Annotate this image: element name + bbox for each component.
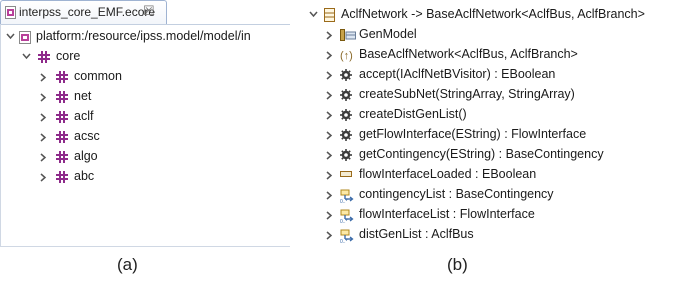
package-icon	[56, 171, 68, 183]
reference-list-icon: 0..*	[340, 189, 354, 205]
reference-list-icon: 0..*	[340, 229, 354, 245]
operation-icon	[340, 69, 352, 81]
tree-item-label: getContingency(EString) : BaseContingenc…	[359, 147, 604, 161]
reference-list-icon: 0..*	[340, 209, 354, 225]
tree-item-label: GenModel	[359, 27, 417, 41]
tree-item-attribute[interactable]: flowInterfaceLoaded : EBoolean	[326, 165, 676, 185]
chevron-down-icon[interactable]	[6, 33, 15, 40]
tree-item-reference[interactable]: 0..* contingencyList : BaseContingency	[326, 185, 676, 205]
tree-item-common[interactable]: common	[0, 67, 290, 87]
package-icon	[56, 111, 68, 123]
package-icon	[56, 71, 68, 83]
chevron-right-icon[interactable]	[326, 71, 333, 80]
chevron-down-icon[interactable]	[309, 11, 318, 18]
tree-item-genmodel[interactable]: GenModel	[326, 25, 676, 45]
tab-label: interpss_core_EMF.ecore	[19, 5, 156, 19]
tree-item-resource[interactable]: platform:/resource/ipss.model/model/in	[0, 27, 295, 47]
operation-icon	[340, 89, 352, 101]
package-icon	[56, 91, 68, 103]
caption-b: (b)	[447, 255, 468, 274]
chevron-right-icon[interactable]	[326, 131, 333, 140]
tree-item-label: abc	[74, 169, 95, 183]
chevron-right-icon[interactable]	[40, 133, 47, 142]
tree-item-class[interactable]: AclfNetwork -> BaseAclfNetwork<AclfBus, …	[309, 5, 679, 25]
chevron-right-icon[interactable]	[326, 231, 333, 240]
package-icon	[56, 151, 68, 163]
chevron-right-icon[interactable]	[326, 211, 333, 220]
tree-item-net[interactable]: net	[0, 87, 290, 107]
tree-item-label: distGenList : AclfBus	[359, 227, 474, 241]
eclass-icon	[324, 8, 335, 22]
chevron-down-icon[interactable]	[22, 53, 31, 60]
operation-icon	[340, 149, 352, 161]
attribute-icon	[340, 169, 352, 179]
tree-item-operation[interactable]: createDistGenList()	[326, 105, 676, 125]
svg-text:0..*: 0..*	[340, 239, 348, 245]
tab-underline	[0, 24, 290, 25]
editor-border	[0, 246, 290, 247]
tree-item-operation[interactable]: createSubNet(StringArray, StringArray)	[326, 85, 676, 105]
tree-item-label: createDistGenList()	[359, 107, 467, 121]
ecore-file-icon	[5, 6, 16, 19]
tree-item-label: AclfNetwork -> BaseAclfNetwork<AclfBus, …	[341, 7, 645, 21]
chevron-right-icon[interactable]	[40, 93, 47, 102]
operation-icon	[340, 129, 352, 141]
chevron-right-icon[interactable]	[326, 151, 333, 160]
tree-item-label: createSubNet(StringArray, StringArray)	[359, 87, 575, 101]
svg-text:(↑): (↑)	[340, 50, 353, 62]
tree-item-reference[interactable]: 0..* distGenList : AclfBus	[326, 225, 676, 245]
ecore-editor-panel: interpss_core_EMF.ecore ☒ platform:/reso…	[0, 0, 295, 247]
tree-item-label: common	[74, 69, 122, 83]
tree-item-label: contingencyList : BaseContingency	[359, 187, 554, 201]
chevron-right-icon[interactable]	[326, 171, 333, 180]
chevron-right-icon[interactable]	[40, 153, 47, 162]
tree-item-reference[interactable]: 0..* flowInterfaceList : FlowInterface	[326, 205, 676, 225]
caption-a: (a)	[117, 255, 138, 274]
tree-item-core[interactable]: core	[0, 47, 295, 67]
tree-item-label: BaseAclfNetwork<AclfBus, AclfBranch>	[359, 47, 578, 61]
chevron-right-icon[interactable]	[326, 51, 333, 60]
tree-item-supertype[interactable]: (↑) BaseAclfNetwork<AclfBus, AclfBranch>	[326, 45, 676, 65]
tree-item-label: core	[56, 49, 81, 63]
tree-item-operation[interactable]: getContingency(EString) : BaseContingenc…	[326, 145, 676, 165]
chevron-right-icon[interactable]	[40, 173, 47, 182]
chevron-right-icon[interactable]	[326, 91, 333, 100]
tree-item-label: acsc	[74, 129, 100, 143]
chevron-right-icon[interactable]	[326, 31, 333, 40]
genmodel-icon	[340, 29, 356, 41]
package-icon	[56, 131, 68, 143]
tree-item-abc[interactable]: abc	[0, 167, 290, 187]
tree-item-label: flowInterfaceLoaded : EBoolean	[359, 167, 537, 181]
resource-file-icon	[19, 31, 31, 44]
chevron-right-icon[interactable]	[326, 191, 333, 200]
supertype-icon: (↑)	[340, 49, 354, 62]
tree-item-label: algo	[74, 149, 98, 163]
package-icon	[38, 51, 50, 63]
operation-icon	[340, 109, 352, 121]
tree-item-acsc[interactable]: acsc	[0, 127, 290, 147]
tree-item-label: getFlowInterface(EString) : FlowInterfac…	[359, 127, 587, 141]
chevron-right-icon[interactable]	[40, 113, 47, 122]
tree-item-algo[interactable]: algo	[0, 147, 290, 167]
tree-item-label: aclf	[74, 109, 94, 123]
tree-item-label: platform:/resource/ipss.model/model/in	[36, 29, 251, 43]
tree-item-label: accept(IAclfNetBVisitor) : EBoolean	[359, 67, 556, 81]
tree-item-label: net	[74, 89, 92, 103]
editor-tab[interactable]: interpss_core_EMF.ecore ☒	[0, 0, 167, 24]
chevron-right-icon[interactable]	[326, 111, 333, 120]
tree-item-label: flowInterfaceList : FlowInterface	[359, 207, 535, 221]
tree-item-operation[interactable]: accept(IAclfNetBVisitor) : EBoolean	[326, 65, 676, 85]
tree-item-aclf[interactable]: aclf	[0, 107, 290, 127]
chevron-right-icon[interactable]	[40, 73, 47, 82]
close-icon[interactable]: ☒	[143, 3, 155, 19]
tree-item-operation[interactable]: getFlowInterface(EString) : FlowInterfac…	[326, 125, 676, 145]
